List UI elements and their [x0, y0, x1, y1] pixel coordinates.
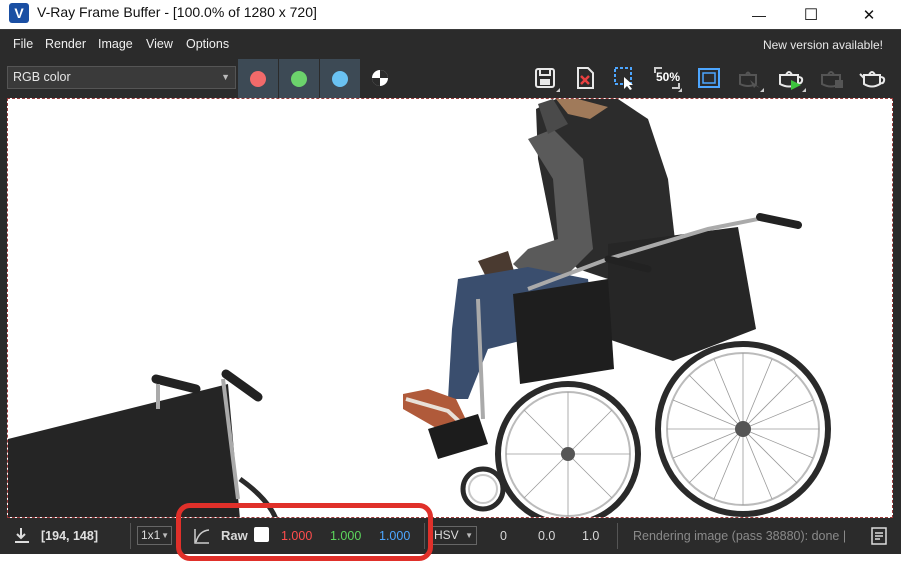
dropdown-corner-icon — [556, 88, 560, 92]
menu-view[interactable]: View — [146, 37, 173, 51]
channel-dropdown[interactable]: RGB color ▼ — [7, 66, 236, 89]
log-icon — [871, 527, 887, 545]
divider — [130, 523, 131, 549]
render-status-text: Rendering image (pass 38880): done | — [633, 529, 847, 543]
render-teapot-icon — [859, 71, 886, 88]
right-panel-edge — [893, 98, 901, 518]
render-frame-button[interactable] — [693, 63, 725, 93]
clear-image-icon — [577, 67, 594, 89]
rendered-image — [8, 99, 831, 517]
saturation-value: 0.0 — [538, 529, 556, 543]
menu-options[interactable]: Options — [186, 37, 229, 51]
close-icon: ✕ — [862, 6, 876, 24]
minimize-button[interactable]: — — [731, 0, 787, 29]
pixel-coordinates: [194, 148] — [41, 529, 98, 543]
left-panel-edge — [0, 98, 7, 518]
hsv-mode-dropdown[interactable]: HSV ▼ — [430, 526, 477, 545]
render-viewport[interactable] — [7, 98, 893, 518]
start-render-button[interactable] — [775, 63, 807, 93]
channel-dropdown-value: RGB color — [13, 70, 71, 84]
pin-coordinates-button[interactable] — [12, 526, 32, 551]
region-render-button[interactable] — [609, 63, 641, 93]
red-dot-icon — [250, 70, 266, 87]
render-frame-icon — [698, 68, 720, 88]
log-panel-button[interactable] — [871, 527, 887, 550]
region-render-icon — [614, 67, 633, 90]
menu-image[interactable]: Image — [98, 37, 133, 51]
dropdown-corner-icon — [678, 88, 682, 92]
minimize-icon: — — [752, 6, 766, 23]
color-readout-highlight — [176, 503, 433, 561]
clear-image-button[interactable] — [569, 63, 601, 93]
chevron-down-icon: ▼ — [161, 531, 169, 540]
maximize-icon: ☐ — [803, 6, 819, 24]
menu-bar: File Render Image View Options New versi… — [0, 29, 901, 60]
hue-value: 0 — [500, 529, 507, 543]
vray-logo-icon: V — [9, 3, 29, 23]
alpha-icon — [372, 70, 388, 86]
dropdown-corner-icon — [802, 88, 806, 92]
green-channel-button[interactable] — [279, 59, 319, 98]
red-channel-button[interactable] — [238, 59, 278, 98]
value-value: 1.0 — [582, 529, 600, 543]
interactive-render-icon — [739, 71, 760, 88]
save-image-button[interactable] — [529, 63, 561, 93]
window-bottom-edge — [0, 554, 901, 565]
divider — [617, 523, 618, 549]
status-bar: [194, 148] 1x1 ▼ Raw 1.000 1.000 1.000 H… — [0, 518, 901, 554]
stop-render-button[interactable] — [817, 63, 849, 93]
window-title: V-Ray Frame Buffer - [100.0% of 1280 x 7… — [37, 4, 317, 20]
chevron-down-icon: ▼ — [465, 531, 473, 540]
maximize-button[interactable]: ☐ — [783, 0, 839, 29]
blue-dot-icon — [332, 70, 348, 87]
save-image-icon — [535, 68, 555, 88]
menu-file[interactable]: File — [13, 37, 33, 51]
chevron-down-icon: ▼ — [221, 72, 230, 82]
close-button[interactable]: ✕ — [841, 0, 897, 29]
interactive-render-button[interactable] — [733, 63, 765, 93]
hsv-mode-value: HSV — [434, 528, 459, 542]
blue-channel-button[interactable] — [320, 59, 360, 98]
stop-render-icon — [821, 71, 843, 88]
new-version-link[interactable]: New version available! — [763, 38, 883, 52]
title-bar: V V-Ray Frame Buffer - [100.0% of 1280 x… — [0, 0, 901, 29]
toolbar: RGB color ▼ 50% — [0, 59, 901, 98]
green-dot-icon — [291, 70, 307, 87]
menu-render[interactable]: Render — [45, 37, 86, 51]
alpha-channel-button[interactable] — [364, 63, 396, 93]
sample-size-value: 1x1 — [141, 528, 161, 542]
pin-icon — [15, 528, 29, 543]
zoom-50-button[interactable]: 50% — [651, 63, 683, 93]
sample-size-dropdown[interactable]: 1x1 ▼ — [137, 526, 172, 545]
render-teapot-button[interactable] — [857, 63, 889, 93]
zoom-50-icon: 50% — [654, 67, 680, 89]
dropdown-corner-icon — [760, 88, 764, 92]
